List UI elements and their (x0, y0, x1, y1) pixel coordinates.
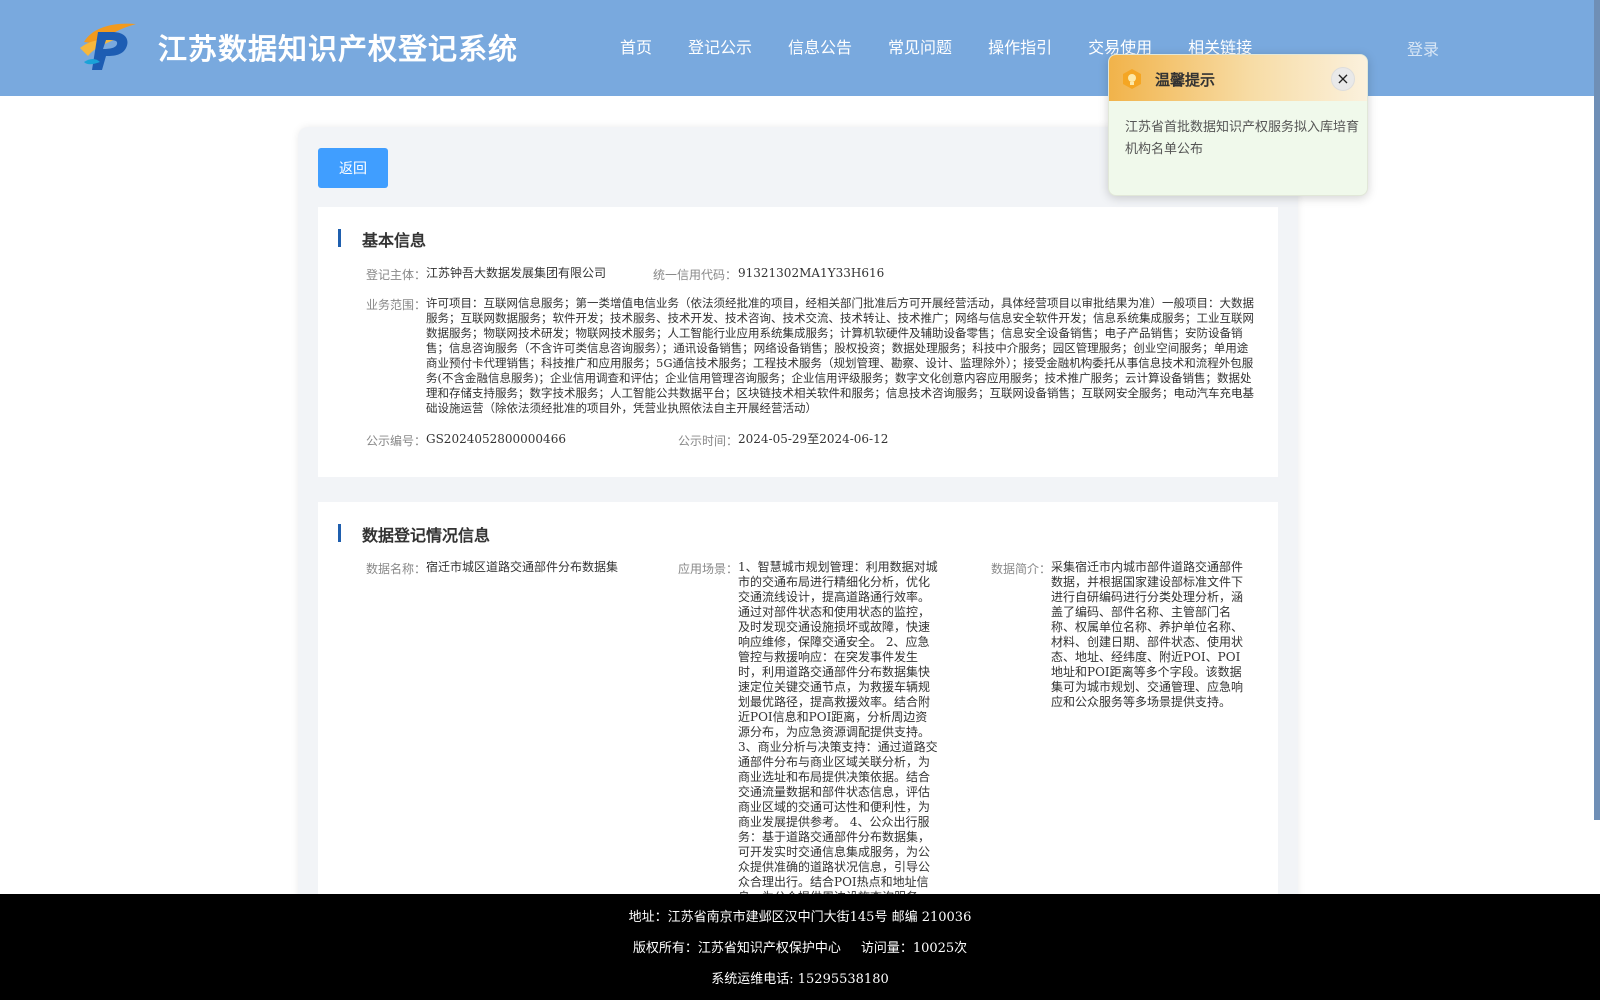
publication-number-label: 公示编号： (366, 434, 427, 448)
back-button[interactable]: 返回 (318, 148, 388, 188)
popup-header: 温馨提示 × (1109, 55, 1367, 101)
application-scenario-label: 应用场景： (678, 562, 739, 576)
popup-title: 温馨提示 (1155, 71, 1216, 89)
site-footer: 地址：江苏省南京市建邺区汉中门大街145号 邮编 210036 版权所有：江苏省… (0, 894, 1600, 1000)
nav-operation-guide[interactable]: 操作指引 (988, 34, 1052, 58)
login-link[interactable]: 登录 (1407, 36, 1439, 60)
section-accent-bar (338, 229, 341, 247)
data-intro-label: 数据简介： (991, 562, 1052, 576)
business-scope-label: 业务范围： (366, 298, 427, 312)
popup-message[interactable]: 江苏省首批数据知识产权服务拟入库培育机构名单公布 (1125, 117, 1361, 161)
business-scope-value: 许可项目：互联网信息服务；第一类增值电信业务（依法须经批准的项目，经相关部门批准… (426, 296, 1254, 415)
basic-info-section: 基本信息 登记主体： 江苏钟吾大数据发展集团有限公司 统一信用代码： 91321… (318, 207, 1278, 477)
credit-code-value: 91321302MA1Y33H616 (738, 266, 885, 280)
data-name-label: 数据名称： (366, 562, 427, 576)
data-name-value: 宿迁市城区道路交通部件分布数据集 (426, 560, 619, 574)
publication-number-value: GS2024052800000466 (426, 432, 566, 446)
publication-time-value: 2024-05-29至2024-06-12 (738, 432, 889, 446)
page-scrollbar[interactable] (1594, 0, 1600, 820)
site-logo-icon (80, 23, 136, 70)
nav-info-announcement[interactable]: 信息公告 (788, 34, 852, 58)
subject-value: 江苏钟吾大数据发展集团有限公司 (426, 266, 607, 280)
lightbulb-icon (1123, 69, 1141, 89)
basic-info-title: 基本信息 (362, 231, 427, 250)
nav-home[interactable]: 首页 (620, 34, 652, 58)
nav-faq[interactable]: 常见问题 (888, 34, 952, 58)
publication-time-label: 公示时间： (678, 434, 739, 448)
application-scenario-value: 1、智慧城市规划管理：利用数据对城市的交通布局进行精细化分析，优化交通流线设计，… (738, 560, 938, 919)
footer-address: 地址：江苏省南京市建邺区汉中门大街145号 邮编 210036 (628, 910, 972, 925)
detail-card: 返回 基本信息 登记主体： 江苏钟吾大数据发展集团有限公司 统一信用代码： 91… (298, 127, 1298, 942)
site-title: 江苏数据知识产权登记系统 (158, 32, 519, 66)
nav-registration-notice[interactable]: 登记公示 (688, 34, 752, 58)
footer-copyright-row: 版权所有：江苏省知识产权保护中心 访问量：10025次 (0, 937, 1600, 956)
notice-popup: 温馨提示 × 江苏省首批数据知识产权服务拟入库培育机构名单公布 (1108, 54, 1368, 196)
section-accent-bar (338, 524, 341, 542)
close-icon[interactable]: × (1331, 67, 1355, 91)
footer-visits: 访问量：10025次 (860, 941, 968, 956)
data-intro-value: 采集宿迁市内城市部件道路交通部件数据，并根据国家建设部标准文件下进行自研编码进行… (1051, 560, 1244, 709)
subject-label: 登记主体： (366, 268, 427, 282)
credit-code-label: 统一信用代码： (653, 268, 738, 282)
footer-copyright: 版权所有：江苏省知识产权保护中心 (632, 941, 841, 956)
data-registration-section: 数据登记情况信息 数据名称： 宿迁市城区道路交通部件分布数据集 应用场景： 1、… (318, 502, 1278, 942)
data-registration-title: 数据登记情况信息 (362, 526, 491, 545)
footer-phone: 系统运维电话: 15295538180 (711, 972, 889, 987)
